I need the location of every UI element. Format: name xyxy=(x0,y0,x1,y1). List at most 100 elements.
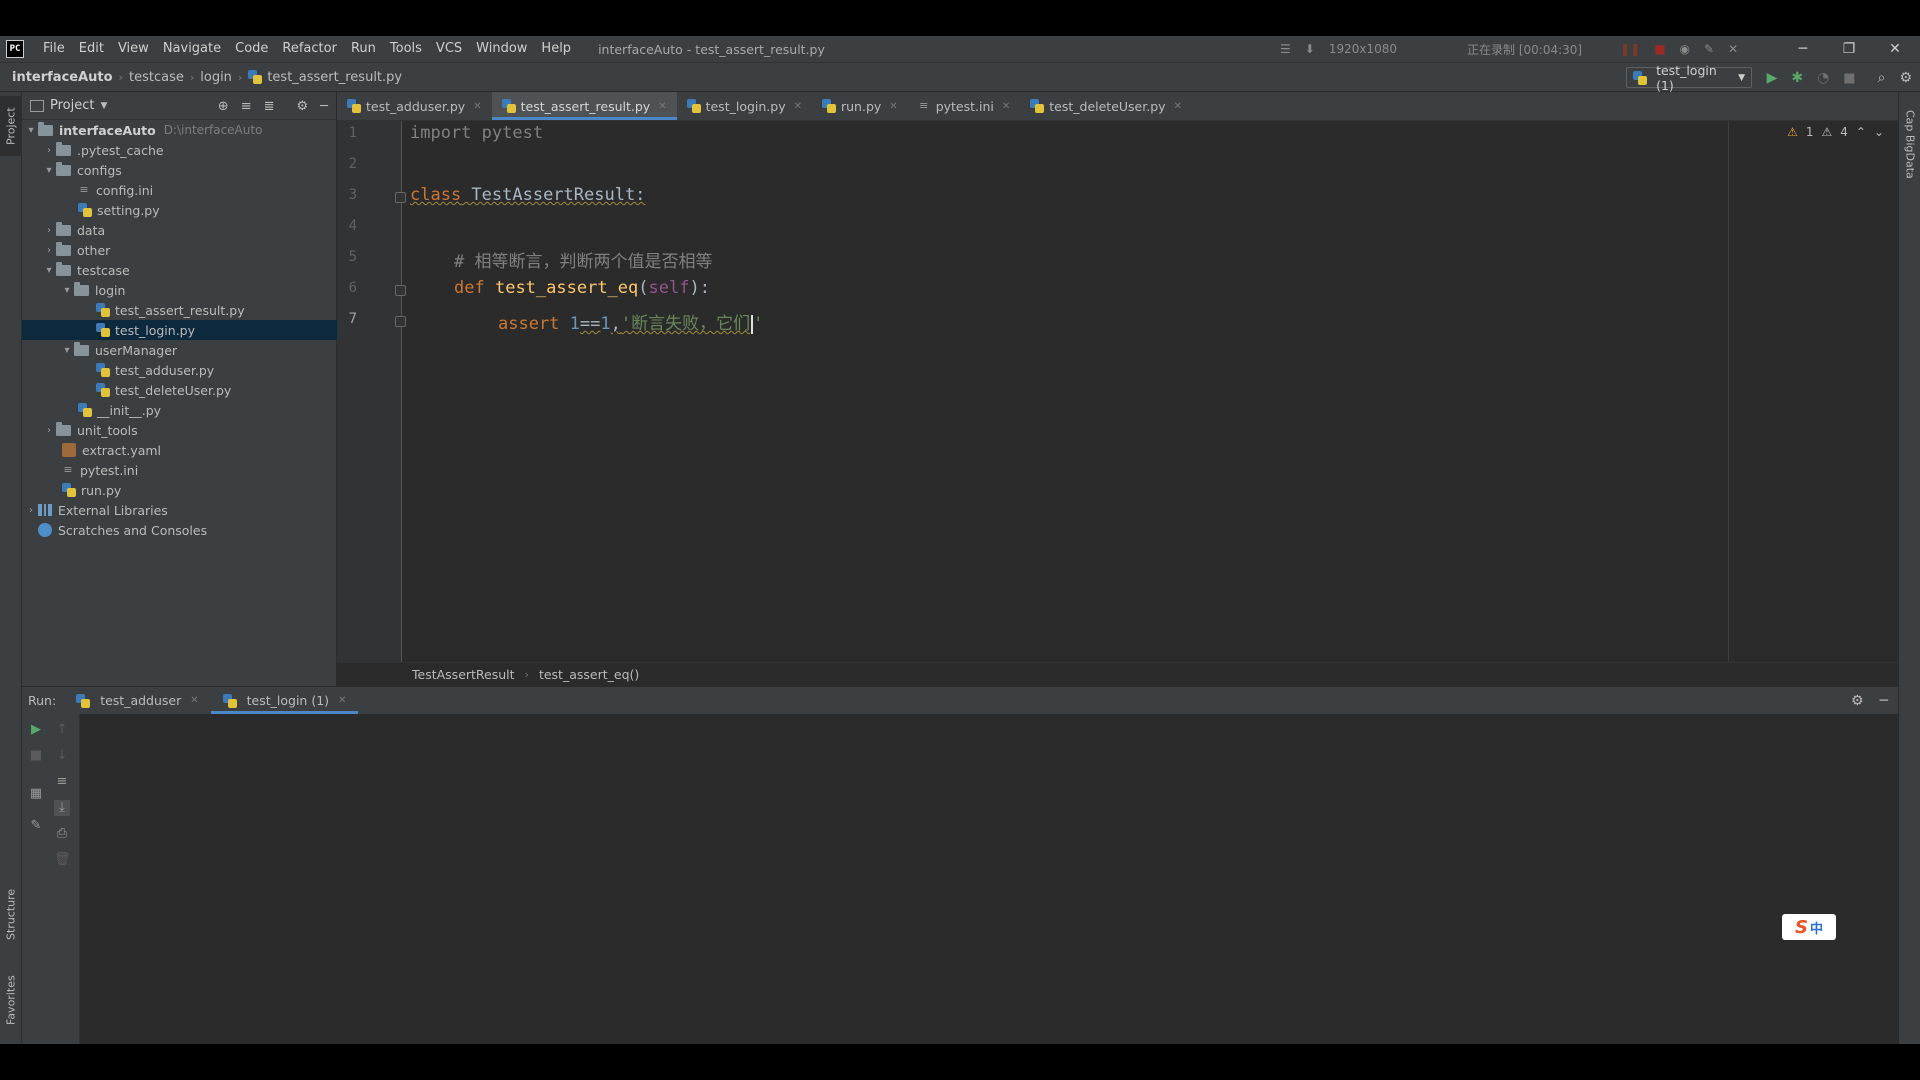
menu-refactor[interactable]: Refactor xyxy=(275,36,344,62)
chevron-down-icon[interactable]: ▾ xyxy=(42,165,56,176)
close-tab-icon[interactable]: ✕ xyxy=(473,101,481,112)
tree-node-init-py[interactable]: __init__.py xyxy=(22,400,337,420)
trash-icon[interactable]: 🗑 xyxy=(54,852,71,868)
soft-wrap-icon[interactable]: ≡ xyxy=(54,774,70,790)
coverage-icon[interactable]: ◔ xyxy=(1817,70,1829,86)
tree-node-setting-py[interactable]: setting.py xyxy=(22,200,337,220)
bigdata-tool-tab[interactable]: Cap BigData xyxy=(1899,104,1920,184)
close-tab-icon[interactable]: ✕ xyxy=(1002,101,1010,112)
tree-node-configs[interactable]: ▾ configs xyxy=(22,160,337,180)
settings-gear-icon[interactable]: ⚙ xyxy=(1899,70,1912,86)
tab-test-assert-result[interactable]: test_assert_result.py ✕ xyxy=(491,92,677,120)
arrow-down-icon[interactable]: ↓ xyxy=(54,748,70,764)
code-editor[interactable]: 1 2 3 4 5 6 7 import pytest class TestAs… xyxy=(337,121,1898,662)
structure-tool-tab[interactable]: Structure xyxy=(0,878,22,950)
pin-icon[interactable]: ✎ xyxy=(28,818,44,834)
debug-icon[interactable]: ✱ xyxy=(1791,70,1803,86)
favorites-tool-tab[interactable]: Favorites xyxy=(0,964,22,1036)
tree-node-other[interactable]: › other xyxy=(22,240,337,260)
arrow-up-icon[interactable]: ↑ xyxy=(54,722,70,738)
chevron-right-icon[interactable]: › xyxy=(24,505,38,516)
chevron-down-icon[interactable]: ⌄ xyxy=(1874,125,1884,139)
locate-file-icon[interactable]: ⊕ xyxy=(218,99,229,114)
tab-test-deleteuser[interactable]: test_deleteUser.py ✕ xyxy=(1020,92,1192,120)
breadcrumb-login[interactable]: login xyxy=(194,70,238,85)
tab-pytest-ini[interactable]: ≡ pytest.ini ✕ xyxy=(908,92,1021,120)
fold-marker-icon[interactable] xyxy=(395,316,406,327)
run-console[interactable] xyxy=(80,714,1898,1044)
menu-code[interactable]: Code xyxy=(228,36,275,62)
menu-navigate[interactable]: Navigate xyxy=(156,36,228,62)
print-icon[interactable]: ⎙ xyxy=(54,826,70,842)
tree-node-usermanager[interactable]: ▾ userManager xyxy=(22,340,337,360)
project-panel-title[interactable]: Project xyxy=(50,98,94,113)
panel-settings-icon[interactable]: ⚙ xyxy=(297,99,309,114)
chevron-down-icon[interactable]: ▾ xyxy=(24,125,38,136)
close-tab-icon[interactable]: ✕ xyxy=(794,101,802,112)
stop-icon[interactable]: ■ xyxy=(1843,71,1855,86)
menu-run[interactable]: Run xyxy=(344,36,383,62)
inspection-widget[interactable]: ⚠ 1 ⚠ 4 ⌃ ⌄ xyxy=(1787,125,1884,139)
breadcrumb-file[interactable]: test_assert_result.py xyxy=(242,70,408,85)
run-icon[interactable]: ▶ xyxy=(1767,70,1778,86)
menu-window[interactable]: Window xyxy=(469,36,534,62)
tree-node-scratches[interactable]: Scratches and Consoles xyxy=(22,520,337,540)
menu-help[interactable]: Help xyxy=(534,36,578,62)
close-recorder-icon[interactable]: ✕ xyxy=(1728,42,1738,56)
search-icon[interactable]: ⌕ xyxy=(1878,70,1886,86)
tree-node-data[interactable]: › data xyxy=(22,220,337,240)
run-settings-icon[interactable]: ⚙ xyxy=(1851,693,1864,709)
tab-run-py[interactable]: run.py ✕ xyxy=(812,92,908,120)
menu-edit[interactable]: Edit xyxy=(72,36,111,62)
menu-view[interactable]: View xyxy=(111,36,156,62)
fold-marker-icon[interactable] xyxy=(395,192,406,203)
tab-test-adduser[interactable]: test_adduser.py ✕ xyxy=(337,92,492,120)
tree-node-run-py[interactable]: run.py xyxy=(22,480,337,500)
restore-icon[interactable]: ❐ xyxy=(1826,41,1872,57)
pause-icon[interactable]: ❚❚ xyxy=(1620,42,1640,56)
tree-node-login[interactable]: ▾ login xyxy=(22,280,337,300)
stop-record-icon[interactable]: ■ xyxy=(1654,42,1665,56)
close-tab-icon[interactable]: ✕ xyxy=(1174,101,1182,112)
hide-run-panel-icon[interactable]: ─ xyxy=(1880,693,1888,709)
expand-all-icon[interactable]: ≡ xyxy=(241,99,252,114)
chevron-down-icon[interactable]: ▼ xyxy=(100,101,107,111)
stop-icon[interactable]: ■ xyxy=(28,748,44,764)
menu-vcs[interactable]: VCS xyxy=(429,36,469,62)
tree-node-unit-tools[interactable]: › unit_tools xyxy=(22,420,337,440)
tree-node-test-login[interactable]: test_login.py xyxy=(22,320,337,340)
tree-node-test-assert-result[interactable]: test_assert_result.py xyxy=(22,300,337,320)
collapse-all-icon[interactable]: ≣ xyxy=(264,99,275,114)
rerun-icon[interactable]: ▶ xyxy=(28,722,44,738)
scroll-to-end-icon[interactable]: ⤓ xyxy=(54,800,70,816)
chevron-right-icon[interactable]: › xyxy=(42,145,56,156)
tree-node-external-libraries[interactable]: › External Libraries xyxy=(22,500,337,520)
run-config-select[interactable]: test_login (1) ▼ xyxy=(1626,63,1752,93)
menu-file[interactable]: File xyxy=(36,36,72,62)
tree-node-config-ini[interactable]: ≡ config.ini xyxy=(22,180,337,200)
chevron-down-icon[interactable]: ▾ xyxy=(60,345,74,356)
camera-icon[interactable]: ◉ xyxy=(1680,42,1690,56)
tree-node-pytest-cache[interactable]: › .pytest_cache xyxy=(22,140,337,160)
breadcrumb-method[interactable]: test_assert_eq() xyxy=(539,667,639,682)
layout-icon[interactable]: ▦ xyxy=(28,786,44,802)
breadcrumb-testcase[interactable]: testcase xyxy=(123,70,190,85)
tree-node-pytest-ini[interactable]: ≡ pytest.ini xyxy=(22,460,337,480)
chevron-down-icon[interactable]: ▾ xyxy=(42,265,56,276)
close-tab-icon[interactable]: ✕ xyxy=(190,695,198,706)
tree-node-test-adduser[interactable]: test_adduser.py xyxy=(22,360,337,380)
ime-indicator[interactable]: S 中 xyxy=(1782,914,1836,940)
chevron-right-icon[interactable]: › xyxy=(42,245,56,256)
chevron-right-icon[interactable]: › xyxy=(42,225,56,236)
close-tab-icon[interactable]: ✕ xyxy=(889,101,897,112)
fold-marker-icon[interactable] xyxy=(395,285,406,296)
close-tab-icon[interactable]: ✕ xyxy=(338,695,346,706)
tab-test-login[interactable]: test_login.py ✕ xyxy=(677,92,812,120)
hide-panel-icon[interactable]: ─ xyxy=(320,99,328,114)
breadcrumb-class[interactable]: TestAssertResult xyxy=(412,667,515,682)
tree-node-root[interactable]: ▾ interfaceAuto D:\interfaceAuto xyxy=(22,120,337,140)
project-tool-tab[interactable]: Project xyxy=(0,96,22,156)
minimize-icon[interactable]: ─ xyxy=(1780,41,1826,57)
tree-node-testcase[interactable]: ▾ testcase xyxy=(22,260,337,280)
chevron-up-icon[interactable]: ⌃ xyxy=(1856,125,1866,139)
